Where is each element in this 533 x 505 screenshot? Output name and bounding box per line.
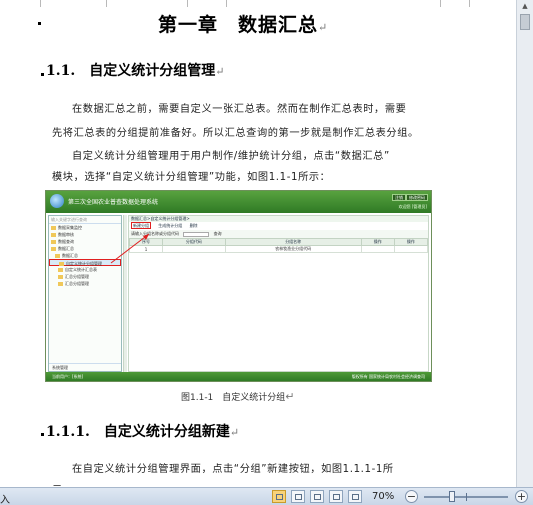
zoom-slider-center-tick	[466, 493, 467, 501]
paragraph-bullet	[41, 433, 44, 436]
chapter-title: 第一章 数据汇总↵	[158, 14, 329, 36]
book-icon	[295, 494, 302, 500]
status-text: 入	[0, 495, 10, 505]
paragraph-line: 自定义统计分组管理用于用户制作/维护统计分组，点击“数据汇总”	[72, 151, 390, 162]
scroll-up-icon[interactable]: ▲	[519, 1, 531, 11]
scrollbar-thumb[interactable]	[520, 14, 530, 30]
paragraph-line: 模块，选择“自定义统计分组管理”功能，如图1.1-1所示：	[52, 172, 331, 183]
section-title: 1.1. 自定义统计分组管理↵	[46, 63, 225, 79]
vertical-scrollbar[interactable]: ▲	[516, 0, 533, 487]
app-statusbar: 当前用户：[系统] 版权所有 国家统计局农村社会经济调查司	[46, 372, 431, 381]
figure-caption: 图1.1-1 自定义统计分组↵	[181, 390, 295, 403]
globe-icon	[314, 494, 321, 500]
status-bar: 入 70% − +	[0, 487, 533, 505]
paragraph-line: 在自定义统计分组管理界面，点击“分组”新建按钮，如图1.1.1-1所	[72, 464, 394, 475]
app-status-right: 版权所有 国家统计局农村社会经济调查司	[351, 374, 425, 379]
draft-view-button[interactable]	[348, 490, 362, 503]
page-icon	[276, 494, 283, 500]
web-layout-button[interactable]	[310, 490, 324, 503]
paragraph-line: 先将汇总表的分组提前准备好。所以汇总查询的第一步就是制作汇总表分组。	[52, 128, 419, 139]
paragraph-bullet	[41, 73, 44, 76]
paragraph-line: 在数据汇总之前，需要自定义一张汇总表。然而在制作汇总表时，需要	[72, 104, 407, 115]
zoom-slider-thumb[interactable]	[449, 491, 455, 502]
zoom-level-label[interactable]: 70%	[372, 491, 394, 502]
draft-icon	[352, 494, 359, 500]
page-top-marks	[40, 0, 470, 8]
subsection-title: 1.1.1. 自定义统计分组新建↵	[46, 424, 240, 440]
zoom-out-button[interactable]: −	[405, 490, 418, 503]
embedded-screenshot[interactable]: 第三次全国农业普查数据处理系统 注销 修改密码 欢迎您 [管理员] 输入关键字进…	[45, 190, 432, 382]
annotation-arrow	[110, 233, 150, 264]
outline-icon	[333, 494, 340, 500]
outline-view-button[interactable]	[329, 490, 343, 503]
document-page[interactable]: 第一章 数据汇总↵ 1.1. 自定义统计分组管理↵ 在数据汇总之前，需要自定义一…	[0, 0, 516, 487]
zoom-in-button[interactable]: +	[515, 490, 528, 503]
app-status-left: 当前用户：[系统]	[52, 374, 84, 379]
full-screen-reading-button[interactable]	[291, 490, 305, 503]
paragraph-bullet	[38, 22, 41, 25]
print-layout-view-button[interactable]	[272, 490, 286, 503]
